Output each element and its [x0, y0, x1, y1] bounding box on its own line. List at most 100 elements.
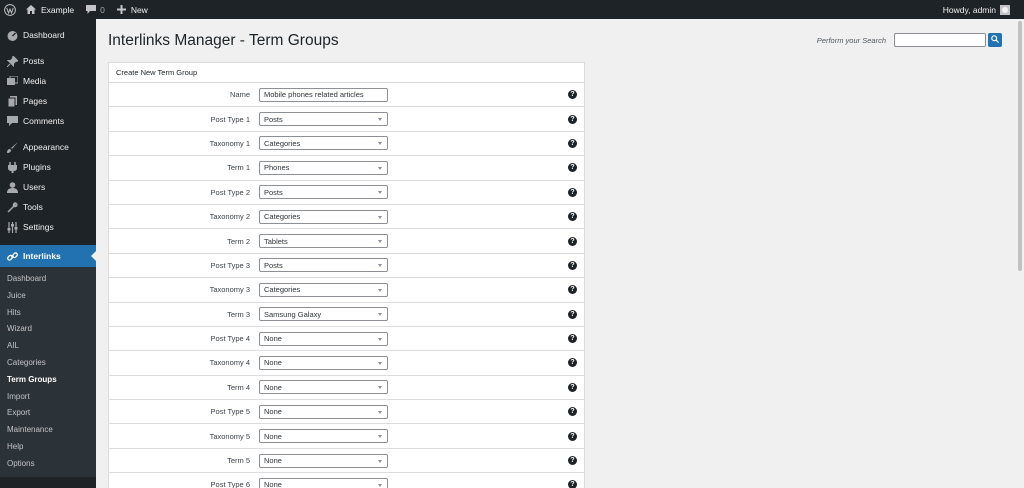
field-label: Term 4 — [227, 382, 250, 392]
wordpress-logo-icon[interactable] — [0, 0, 20, 19]
field-label: Term 1 — [227, 163, 250, 173]
form-row: Post Type 6 None? — [109, 473, 584, 488]
sidebar-item-label: Appearance — [23, 142, 69, 152]
sidebar-item-users[interactable]: Users — [0, 177, 96, 197]
field-select[interactable]: Categories — [259, 209, 388, 224]
sidebar-item-appearance[interactable]: Appearance — [0, 137, 96, 157]
chevron-down-icon — [378, 264, 382, 268]
sidebar-item-dashboard[interactable]: Dashboard — [0, 25, 96, 45]
term-group-form-panel: Create New Term Group Name Mobile phones … — [108, 62, 585, 488]
help-icon[interactable]: ? — [568, 236, 577, 246]
field-value: Posts — [264, 260, 283, 270]
sidebar-item-label: Posts — [23, 56, 45, 66]
field-value: None — [264, 407, 282, 417]
submenu-item-export[interactable]: Export — [0, 405, 96, 422]
pin-icon — [6, 55, 18, 67]
form-row: Taxonomy 5 None? — [109, 424, 584, 449]
chevron-down-icon — [378, 166, 382, 170]
field-select[interactable]: Categories — [259, 136, 388, 151]
submenu-item-maintenance[interactable]: Maintenance — [0, 422, 96, 439]
field-select[interactable]: Samsung Galaxy — [259, 307, 388, 322]
sidebar-item-plugins[interactable]: Plugins — [0, 157, 96, 177]
help-icon[interactable]: ? — [568, 382, 577, 392]
form-row: Taxonomy 2 Categories? — [109, 205, 584, 230]
submenu-item-import[interactable]: Import — [0, 389, 96, 406]
field-value: Posts — [264, 187, 283, 197]
help-icon[interactable]: ? — [568, 138, 577, 148]
sidebar-item-tools[interactable]: Tools — [0, 197, 96, 217]
submenu-item-ail[interactable]: AIL — [0, 338, 96, 355]
help-icon[interactable]: ? — [568, 114, 577, 124]
field-select[interactable]: Phones — [259, 160, 388, 175]
comments-count: 0 — [100, 4, 105, 15]
help-icon[interactable]: ? — [568, 456, 577, 466]
form-row: Name Mobile phones related articles? — [109, 83, 584, 108]
sidebar-item-interlinks[interactable]: Interlinks — [0, 245, 96, 267]
help-icon[interactable]: ? — [568, 90, 577, 100]
help-icon[interactable]: ? — [568, 260, 577, 270]
field-select[interactable]: Categories — [259, 282, 388, 297]
site-name-link[interactable]: Example — [20, 0, 80, 19]
help-icon[interactable]: ? — [568, 212, 577, 222]
form-row: Term 2 Tablets? — [109, 229, 584, 254]
name-input[interactable]: Mobile phones related articles — [259, 87, 388, 102]
submenu-item-help[interactable]: Help — [0, 439, 96, 456]
page-scrollbar[interactable] — [1016, 19, 1024, 488]
submenu-item-dashboard[interactable]: Dashboard — [0, 271, 96, 288]
sidebar-item-settings[interactable]: Settings — [0, 217, 96, 237]
field-value: None — [264, 431, 282, 441]
field-select[interactable]: None — [259, 453, 388, 468]
field-select[interactable]: Posts — [259, 185, 388, 200]
field-select[interactable]: None — [259, 380, 388, 395]
chevron-down-icon — [378, 410, 382, 414]
submenu-item-options[interactable]: Options — [0, 456, 96, 473]
field-select[interactable]: Posts — [259, 258, 388, 273]
search-button[interactable] — [988, 33, 1002, 47]
form-row: Post Type 4 None? — [109, 327, 584, 352]
my-account-link[interactable]: Howdy, admin — [937, 0, 1024, 19]
field-select[interactable]: None — [259, 404, 388, 419]
field-select[interactable]: Posts — [259, 112, 388, 127]
sidebar-item-posts[interactable]: Posts — [0, 51, 96, 71]
sidebar-item-label: Media — [23, 76, 47, 86]
help-icon[interactable]: ? — [568, 480, 577, 488]
form-row: Taxonomy 3 Categories? — [109, 278, 584, 303]
field-select[interactable]: None — [259, 429, 388, 444]
chevron-down-icon — [378, 142, 382, 146]
help-icon[interactable]: ? — [568, 285, 577, 295]
submenu-item-categories[interactable]: Categories — [0, 355, 96, 372]
submenu-item-hits[interactable]: Hits — [0, 305, 96, 322]
sidebar-item-comments[interactable]: Comments — [0, 111, 96, 131]
help-icon[interactable]: ? — [568, 163, 577, 173]
help-icon[interactable]: ? — [568, 334, 577, 344]
sidebar-item-label: Dashboard — [23, 30, 65, 40]
sidebar-item-label: Settings — [23, 222, 54, 232]
page-title: Interlinks Manager - Term Groups — [108, 32, 339, 49]
help-icon[interactable]: ? — [568, 407, 577, 417]
media-icon — [6, 75, 18, 87]
search-label: Perform your Search — [816, 35, 886, 45]
help-icon[interactable]: ? — [568, 358, 577, 368]
chevron-down-icon — [378, 240, 382, 244]
help-icon[interactable]: ? — [568, 187, 577, 197]
sidebar-item-media[interactable]: Media — [0, 71, 96, 91]
home-icon — [26, 5, 36, 14]
field-value: None — [264, 480, 282, 488]
field-select[interactable]: None — [259, 331, 388, 346]
submenu-item-term-groups[interactable]: Term Groups — [0, 372, 96, 389]
scrollbar-thumb[interactable] — [1018, 21, 1022, 271]
chevron-down-icon — [378, 191, 382, 195]
chevron-down-icon — [378, 435, 382, 439]
field-select[interactable]: None — [259, 355, 388, 370]
comments-link[interactable]: 0 — [80, 0, 111, 19]
field-select[interactable]: None — [259, 477, 388, 488]
sidebar-item-pages[interactable]: Pages — [0, 91, 96, 111]
submenu-item-juice[interactable]: Juice — [0, 288, 96, 305]
field-label: Post Type 3 — [210, 260, 250, 270]
help-icon[interactable]: ? — [568, 309, 577, 319]
new-content-link[interactable]: New — [111, 0, 154, 19]
field-select[interactable]: Tablets — [259, 234, 388, 249]
search-input[interactable] — [894, 33, 986, 47]
help-icon[interactable]: ? — [568, 431, 577, 441]
submenu-item-wizard[interactable]: Wizard — [0, 321, 96, 338]
